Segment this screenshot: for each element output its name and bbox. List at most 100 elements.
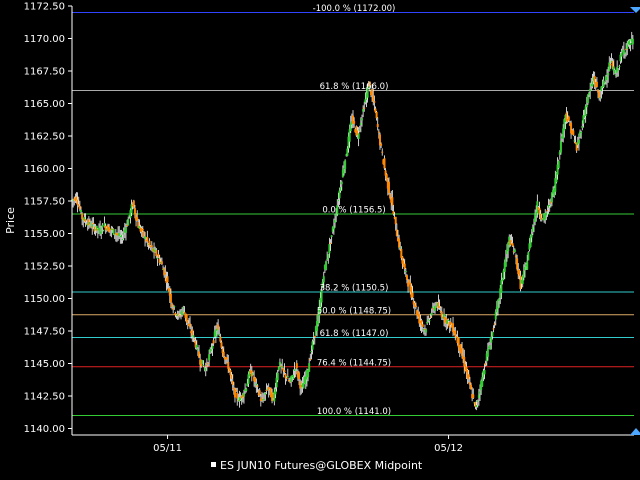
price-bar-body — [516, 258, 519, 270]
price-bar-body — [219, 336, 222, 342]
price-bar-body — [467, 374, 470, 380]
price-bar-body — [385, 174, 388, 179]
price-chart[interactable]: -100.0 % (1172.00) 61.8 % (1166.0) 0.0 % (… — [0, 0, 640, 480]
price-bar-body — [376, 124, 379, 128]
price-bar-body — [255, 383, 258, 386]
price-bar-body — [210, 349, 213, 351]
price-bar-body — [603, 82, 606, 84]
price-bar-body — [156, 257, 159, 259]
price-bar-body — [222, 351, 225, 357]
price-bar-body — [572, 130, 575, 135]
price-bar-body — [395, 229, 398, 237]
price-bar-body — [208, 354, 211, 361]
price-bar-body — [504, 257, 507, 267]
price-bar-body — [427, 319, 430, 321]
price-bar-body — [122, 233, 125, 235]
price-bar-body — [468, 381, 471, 385]
price-bar-body — [120, 234, 123, 238]
price-bar-body — [470, 384, 473, 390]
price-bar-body — [598, 91, 601, 98]
price-bar-body — [374, 108, 377, 113]
price-bar-body — [189, 323, 192, 328]
price-bar-body — [523, 266, 526, 271]
fib-level-label: 0.0 % (1156.5) — [322, 206, 385, 216]
price-bar-body — [186, 320, 189, 324]
price-bar-body — [624, 52, 627, 54]
price-bar-body — [91, 224, 94, 228]
price-bar-body — [608, 62, 611, 72]
price-bar-body — [337, 199, 340, 202]
price-bar-body — [550, 192, 553, 203]
price-bar-body — [589, 88, 592, 92]
price-bar-body — [426, 321, 429, 324]
price-bar-body — [538, 208, 541, 214]
price-bar-body — [173, 306, 176, 308]
price-bar-body — [548, 204, 551, 206]
price-bar-body — [93, 226, 96, 232]
price-bar-body — [373, 101, 376, 103]
price-bar-body — [193, 338, 196, 340]
price-bar-body — [615, 74, 618, 76]
price-bar-body — [100, 231, 103, 234]
price-bar-body — [287, 380, 290, 382]
price-bar-body — [127, 218, 130, 226]
fib-level-label: 38.2 % (1150.5) — [320, 284, 389, 294]
price-bar-body — [169, 293, 172, 303]
price-bar-body — [211, 345, 214, 349]
y-tick-label: 1155.00 — [24, 229, 65, 240]
price-bar-body — [322, 276, 325, 283]
price-bar-body — [454, 330, 457, 337]
price-bar-body — [599, 97, 602, 99]
price-bar-body — [394, 216, 397, 225]
price-bar-body — [580, 132, 583, 134]
price-bar-body — [101, 224, 104, 228]
price-bar-body — [181, 310, 184, 316]
price-bar-body — [277, 366, 280, 370]
price-bar-body — [328, 244, 331, 254]
legend-entry: ES JUN10 Futures@GLOBEX Midpoint — [220, 459, 423, 472]
price-bar-body — [274, 388, 277, 395]
price-bar-body — [178, 315, 181, 317]
price-bar-body — [449, 321, 452, 326]
price-bar-body — [529, 236, 532, 248]
price-bar-body — [227, 361, 230, 369]
price-bar-body — [76, 199, 79, 205]
price-bar-body — [245, 388, 248, 392]
price-bar-body — [309, 358, 312, 360]
y-tick-label: 1160.00 — [24, 164, 65, 175]
price-bar-body — [522, 270, 525, 278]
y-tick-label: 1152.50 — [24, 262, 65, 273]
price-bar-body — [233, 388, 236, 398]
price-bar-body — [325, 261, 328, 270]
price-bar-body — [308, 363, 311, 372]
price-bar-body — [81, 213, 84, 220]
price-bar-body — [290, 376, 293, 382]
price-bar-body — [498, 298, 501, 301]
price-bar-body — [144, 236, 147, 239]
price-bar-body — [124, 227, 127, 233]
price-bar-body — [182, 307, 185, 309]
price-bar-body — [236, 392, 239, 399]
price-bar-body — [567, 116, 570, 121]
price-bar-body — [265, 389, 268, 391]
price-bar-body — [363, 107, 366, 109]
price-bar-body — [372, 96, 375, 102]
price-bar-body — [292, 374, 295, 380]
price-bar-body — [461, 348, 464, 356]
price-bar-body — [183, 311, 186, 313]
price-bar-body — [492, 328, 495, 330]
price-bar-body — [102, 230, 105, 232]
price-bar-body — [198, 351, 201, 358]
fib-level-label: 61.8 % (1166.0) — [320, 82, 389, 92]
price-bar-body — [251, 373, 254, 375]
price-bar-body — [282, 368, 285, 371]
price-bar-body — [246, 383, 249, 387]
y-tick-label: 1147.50 — [24, 327, 65, 338]
y-tick-label: 1167.50 — [24, 67, 65, 78]
price-bar-body — [207, 362, 210, 365]
price-bar-body — [317, 315, 320, 325]
price-bar-body — [339, 186, 342, 191]
price-bar-body — [204, 368, 207, 371]
price-bar-body — [150, 245, 153, 248]
price-bar-body — [629, 43, 632, 46]
